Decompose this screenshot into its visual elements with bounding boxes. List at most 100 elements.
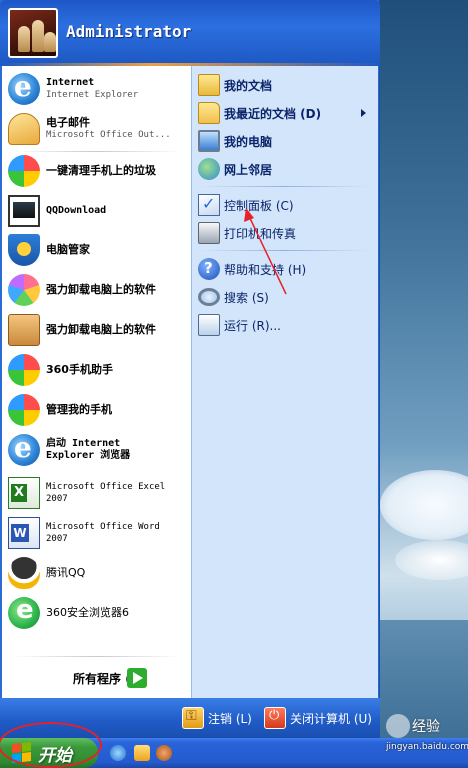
place-label: 帮助和支持 (H) bbox=[224, 262, 307, 277]
search-icon bbox=[198, 288, 220, 306]
program-label: Internet bbox=[46, 77, 95, 88]
cloud-decoration bbox=[380, 470, 468, 540]
program-label: 强力卸载电脑上的软件 bbox=[46, 323, 156, 336]
program-label: 360手机助手 bbox=[46, 363, 113, 376]
window-app-icon bbox=[8, 195, 40, 227]
user-name: Administrator bbox=[66, 22, 192, 41]
control-panel-icon bbox=[198, 194, 220, 216]
pinned-programs-pane: InternetInternet Explorer 电子邮件Microsoft … bbox=[2, 66, 191, 698]
program-pc-manager[interactable]: 电脑管家 bbox=[8, 231, 188, 269]
separator bbox=[200, 250, 370, 251]
chevron-right-icon bbox=[361, 109, 366, 117]
360-ball-icon bbox=[8, 155, 40, 187]
start-menu: Administrator InternetInternet Explorer … bbox=[0, 0, 380, 738]
shield-icon bbox=[8, 234, 40, 266]
computer-icon bbox=[198, 130, 220, 152]
360-ball-icon bbox=[8, 354, 40, 386]
place-label: 控制面板 (C) bbox=[224, 198, 294, 213]
360-browser-icon bbox=[8, 595, 40, 629]
place-label: 我的文档 bbox=[224, 78, 273, 93]
all-programs-button[interactable]: 所有程序 (P) bbox=[2, 658, 191, 698]
program-excel[interactable]: Microsoft Office Excel 2007 bbox=[8, 474, 188, 512]
folder-icon bbox=[198, 102, 220, 124]
excel-icon bbox=[8, 477, 40, 509]
place-network[interactable]: 网上邻居 bbox=[198, 156, 374, 182]
chess-piece-icon bbox=[18, 26, 30, 52]
program-label: 电脑管家 bbox=[46, 243, 90, 256]
place-run[interactable]: 运行 (R)... bbox=[198, 312, 374, 338]
place-printers[interactable]: 打印机和传真 bbox=[198, 220, 374, 246]
program-label: Microsoft Office Word bbox=[46, 522, 160, 532]
program-uninstall-2[interactable]: 强力卸载电脑上的软件 bbox=[8, 311, 188, 349]
logoff-button[interactable]: 注销 (L) bbox=[182, 706, 252, 730]
program-launch-ie[interactable]: 启动 InternetExplorer 浏览器 bbox=[8, 431, 188, 469]
program-label: 一键清理手机上的垃圾 bbox=[46, 164, 156, 177]
program-label: 强力卸载电脑上的软件 bbox=[46, 283, 156, 296]
program-label: 启动 Internet bbox=[46, 438, 121, 449]
program-label: 管理我的手机 bbox=[46, 403, 112, 416]
start-menu-footer: 注销 (L) 关闭计算机 (U) bbox=[0, 698, 380, 738]
shutdown-button[interactable]: 关闭计算机 (U) bbox=[264, 706, 372, 730]
folder-icon bbox=[198, 74, 220, 96]
place-help[interactable]: 帮助和支持 (H) bbox=[198, 256, 374, 282]
quicklaunch-media-player-icon[interactable] bbox=[134, 745, 150, 761]
qq-penguin-icon bbox=[8, 557, 40, 589]
internet-explorer-icon bbox=[8, 431, 40, 466]
place-label: 我的电脑 bbox=[224, 134, 273, 149]
printer-icon bbox=[198, 222, 220, 244]
separator bbox=[12, 656, 182, 657]
program-word[interactable]: Microsoft Office Word 2007 bbox=[8, 514, 188, 552]
program-internet[interactable]: Internet Internet Explorer bbox=[8, 70, 188, 108]
program-manage-phone[interactable]: 管理我的手机 bbox=[8, 391, 188, 429]
program-360-browser[interactable]: 360安全浏览器6 bbox=[8, 594, 188, 632]
network-icon bbox=[198, 158, 220, 180]
flower-icon bbox=[8, 274, 40, 306]
quicklaunch-ie-icon[interactable] bbox=[110, 745, 126, 761]
separator bbox=[200, 186, 370, 187]
chess-piece-icon bbox=[32, 20, 44, 52]
program-sublabel: Internet Explorer bbox=[46, 90, 139, 100]
place-my-documents[interactable]: 我的文档 bbox=[198, 72, 374, 98]
program-qq[interactable]: 腾讯QQ bbox=[8, 554, 188, 592]
place-label: 打印机和传真 bbox=[224, 226, 297, 241]
help-icon bbox=[198, 258, 220, 280]
start-menu-header: Administrator bbox=[0, 0, 380, 66]
program-sublabel: Explorer 浏览器 bbox=[46, 450, 131, 461]
watermark-brand: 经验 bbox=[412, 719, 440, 735]
program-sublabel: 2007 bbox=[46, 494, 68, 504]
program-qqdownload[interactable]: QQDownload bbox=[8, 192, 188, 230]
paw-logo-icon bbox=[386, 714, 410, 738]
program-label: 腾讯QQ bbox=[46, 566, 86, 579]
internet-explorer-icon bbox=[8, 70, 40, 105]
place-label: 网上邻居 bbox=[224, 162, 273, 177]
word-icon bbox=[8, 517, 40, 549]
places-pane: 我的文档 我最近的文档 (D) 我的电脑 网上邻居 控制面板 (C) 打印机和传… bbox=[191, 66, 378, 698]
key-icon bbox=[182, 707, 204, 729]
user-avatar[interactable] bbox=[8, 8, 58, 58]
start-button[interactable]: 开始 bbox=[0, 738, 98, 768]
baidu-watermark: 经验 jingyan.baidu.com bbox=[380, 700, 468, 752]
cloud-decoration bbox=[395, 540, 468, 580]
start-label: 开始 bbox=[38, 745, 72, 766]
chess-piece-icon bbox=[44, 32, 56, 52]
windows-logo-icon bbox=[12, 742, 32, 764]
place-label: 运行 (R)... bbox=[224, 318, 281, 333]
program-label: 电子邮件 bbox=[46, 116, 90, 129]
program-label: 360安全浏览器6 bbox=[46, 606, 129, 619]
program-sublabel: 2007 bbox=[46, 534, 68, 544]
program-uninstall-1[interactable]: 强力卸载电脑上的软件 bbox=[8, 271, 188, 309]
power-icon bbox=[264, 707, 286, 729]
place-my-computer[interactable]: 我的电脑 bbox=[198, 128, 374, 154]
program-360-assistant[interactable]: 360手机助手 bbox=[8, 351, 188, 389]
place-recent-documents[interactable]: 我最近的文档 (D) bbox=[198, 100, 374, 126]
arrow-right-icon bbox=[127, 668, 147, 688]
program-label: Microsoft Office Excel bbox=[46, 482, 166, 492]
logoff-label: 注销 (L) bbox=[208, 711, 252, 726]
outlook-mail-icon bbox=[8, 113, 40, 145]
quicklaunch-app-icon[interactable] bbox=[156, 745, 172, 761]
place-control-panel[interactable]: 控制面板 (C) bbox=[198, 192, 374, 218]
watermark-url: jingyan.baidu.com bbox=[386, 742, 468, 752]
place-search[interactable]: 搜索 (S) bbox=[198, 284, 374, 310]
program-clean-phone[interactable]: 一键清理手机上的垃圾 bbox=[8, 152, 188, 190]
program-email[interactable]: 电子邮件 Microsoft Office Out... bbox=[8, 110, 188, 148]
